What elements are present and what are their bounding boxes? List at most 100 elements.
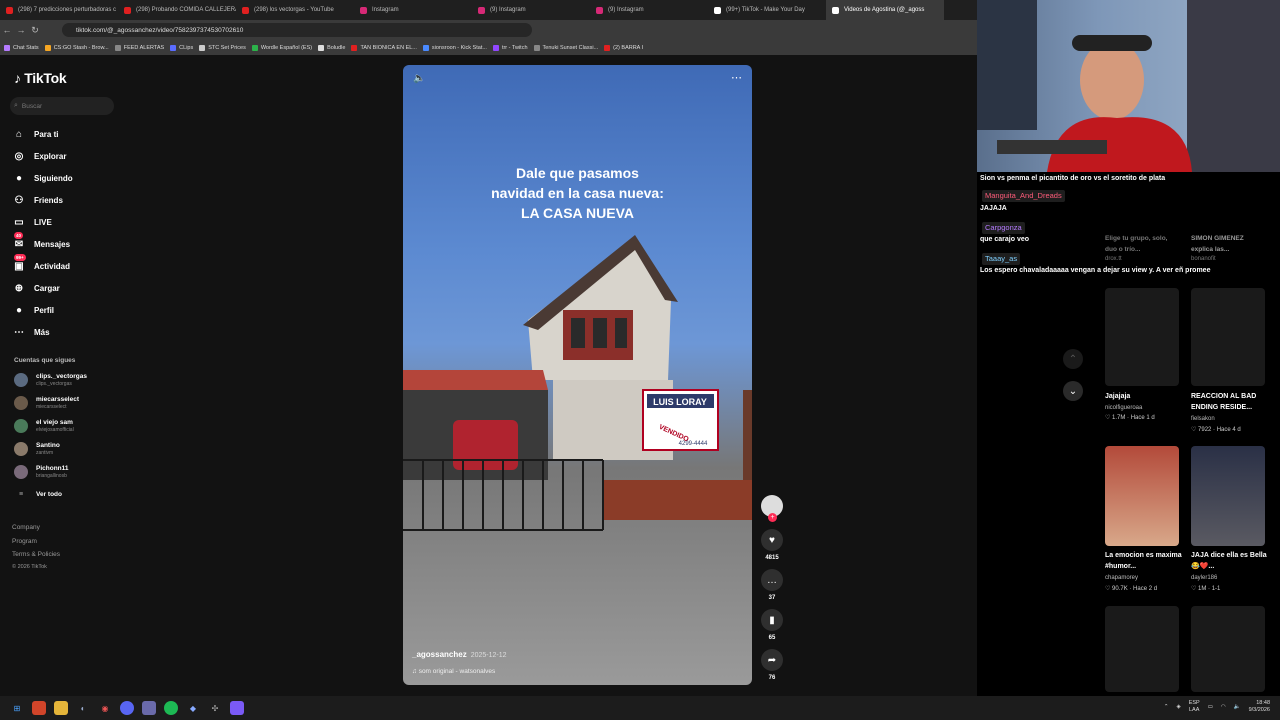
back-icon[interactable]: ← (0, 25, 14, 35)
footer-program[interactable]: Program (12, 538, 37, 545)
creator-avatar[interactable]: + (761, 495, 783, 522)
footer-terms[interactable]: Terms & Policies (12, 551, 60, 558)
music-note-icon: ♫ (412, 668, 419, 675)
language-indicator[interactable]: ESP LAA (1189, 700, 1200, 714)
app-icon[interactable]: ✣ (208, 701, 222, 715)
scroll-up-button[interactable]: ⌃ (1063, 349, 1083, 369)
spotify-icon[interactable] (164, 701, 178, 715)
bookmark-item[interactable]: CS:GO Stash - Brow... (44, 44, 109, 51)
video-card[interactable] (1191, 288, 1265, 386)
video-card[interactable] (1191, 606, 1265, 692)
chevron-up-icon[interactable]: ⌃ (1164, 704, 1169, 710)
browser-tab[interactable]: (9) Instagram (472, 0, 590, 20)
bookmark-favicon-icon (44, 44, 51, 51)
save-button[interactable]: ▮ (761, 609, 783, 631)
video-card[interactable] (1191, 446, 1265, 546)
comment-button[interactable]: … (761, 569, 783, 591)
browser-tab[interactable]: (298) los vectorgas - YouTube (236, 0, 354, 20)
sidebar-item[interactable]: ● Siguiendo (12, 167, 122, 189)
sidebar-item-label: Mensajes (34, 239, 71, 249)
bookmark-label: sionsroon - Kick Stat... (431, 44, 487, 51)
bookmark-favicon-icon (4, 44, 10, 51)
followed-account[interactable]: miecarsselect miecarsselect (14, 396, 124, 410)
app-icon[interactable] (230, 701, 244, 715)
upload-icon: ⊕ (14, 282, 24, 294)
app-icon[interactable]: ◆ (186, 701, 200, 715)
share-button[interactable]: ➦ (761, 649, 783, 671)
like-button[interactable]: ♥ (761, 529, 783, 551)
bookmark-item[interactable]: TAN BIONICA EN EL... (351, 44, 417, 51)
bookmark-item[interactable]: STC Set Prices (199, 44, 246, 51)
folder-icon[interactable] (54, 701, 68, 715)
account-handle: miecarsselect (36, 403, 67, 410)
video-card[interactable] (1105, 606, 1179, 692)
bookmark-item[interactable]: (2) BARRA I (604, 44, 643, 51)
avatar (14, 373, 28, 387)
sidebar-item[interactable]: ✉ 40 Mensajes (12, 232, 122, 255)
video-player[interactable]: 🔈 ⋯ Dale que pasamos navidad en la casa … (403, 65, 752, 685)
discord-icon[interactable] (120, 701, 134, 715)
video-card[interactable] (1105, 288, 1179, 386)
tab-label: (298) 7 predicciones perturbadoras c (18, 7, 117, 13)
clock[interactable]: 18:48 9/3/2026 (1249, 700, 1270, 714)
volume-icon[interactable]: 🔈 (1234, 704, 1241, 710)
forward-icon[interactable]: → (14, 25, 28, 35)
browser-tab[interactable]: Instagram (354, 0, 472, 20)
sidebar-item[interactable]: ⚇ Friends (12, 189, 122, 211)
followed-account[interactable]: Pichonn11 briangallinosb (14, 465, 124, 479)
see-all-link[interactable]: ≡ Ver todo (14, 491, 124, 498)
more-icon: ⋯ (14, 326, 24, 338)
sidebar-item[interactable]: ● Perfil (12, 299, 122, 321)
windows-start-icon[interactable]: ⊞ (10, 701, 24, 715)
caption-line-2: navidad en la casa nueva: (491, 185, 664, 201)
bookmark-item[interactable]: Chat Stats (4, 44, 39, 51)
browser-tab[interactable]: (99+) TikTok - Make Your Day (708, 0, 826, 20)
bookmark-item[interactable]: trr - Twitch (492, 44, 528, 51)
activity-icon: ▣ 99+ (14, 254, 26, 272)
chrome-icon[interactable]: ◉ (98, 701, 112, 715)
bookmark-item[interactable]: CLips (170, 44, 193, 51)
bookmark-item[interactable]: Wordle Español (ES) (251, 44, 312, 51)
bookmark-favicon-icon (604, 44, 611, 51)
volume-icon[interactable]: 🔈 (413, 73, 425, 84)
follow-plus-icon[interactable]: + (768, 513, 777, 522)
bookmark-item[interactable]: Tenuki Sunset Classi... (533, 44, 598, 51)
sidebar-item[interactable]: ⌂ Para ti (12, 123, 122, 145)
video-author[interactable]: _agossanchez 2025-12-12 (412, 650, 507, 659)
sidebar-item[interactable]: ◎ Explorar (12, 145, 122, 167)
followed-account[interactable]: Santino zantivm (14, 442, 124, 456)
reload-icon[interactable]: ↻ (28, 25, 42, 36)
followed-account[interactable]: el viejo sam elviejosamofficial (14, 419, 124, 433)
bookmark-item[interactable]: sionsroon - Kick Stat... (422, 44, 487, 51)
url-input[interactable]: tiktok.com/@_agossanchez/video/758239737… (62, 23, 532, 37)
network-icon[interactable]: ◈ (1176, 704, 1180, 710)
account-name: Pichonn11 (36, 465, 69, 473)
scroll-down-button[interactable]: ⌄ (1063, 381, 1083, 401)
more-options-icon[interactable]: ⋯ (731, 71, 742, 84)
footer-company[interactable]: Company (12, 524, 40, 531)
video-card[interactable] (1105, 446, 1179, 546)
sidebar-item[interactable]: ⋯ Más (12, 321, 122, 343)
avatar (14, 419, 28, 433)
sidebar-item-label: Actividad (34, 261, 71, 271)
sidebar-item[interactable]: ▣ 99+ Actividad (12, 254, 122, 277)
search-input[interactable]: ⌕ Buscar (10, 97, 114, 115)
steam-icon[interactable]: ◐ (76, 701, 90, 715)
bookmark-item[interactable]: FEED ALERTAS (114, 44, 164, 51)
monitor-icon[interactable]: ▭ (1208, 704, 1213, 710)
browser-tab[interactable]: (298) 7 predicciones perturbadoras c (0, 0, 118, 20)
faded-card-title: SIMON GIMENEZ explica las... (1191, 235, 1244, 253)
video-sound[interactable]: ♫ som original - watsonalves (412, 668, 495, 675)
browser-tab[interactable]: (9) Instagram (590, 0, 708, 20)
sidebar-item[interactable]: ▭ LIVE (12, 211, 122, 233)
brave-icon[interactable] (32, 701, 46, 715)
wifi-icon[interactable]: ◠ (1221, 704, 1226, 710)
browser-tab[interactable]: (298) Probando COMIDA CALLEJERA (118, 0, 236, 20)
account-name: miecarsselect (36, 396, 80, 404)
followed-account[interactable]: clips._vectorgas clips._vectorgas (14, 373, 124, 387)
app-icon[interactable] (142, 701, 156, 715)
sidebar-item[interactable]: ⊕ Cargar (12, 277, 122, 299)
browser-tab[interactable]: Videos de Agostina (@_agoss (826, 0, 944, 20)
bookmark-item[interactable]: Boludle (318, 44, 345, 51)
tiktok-logo[interactable]: ♪ TikTok (14, 70, 67, 86)
